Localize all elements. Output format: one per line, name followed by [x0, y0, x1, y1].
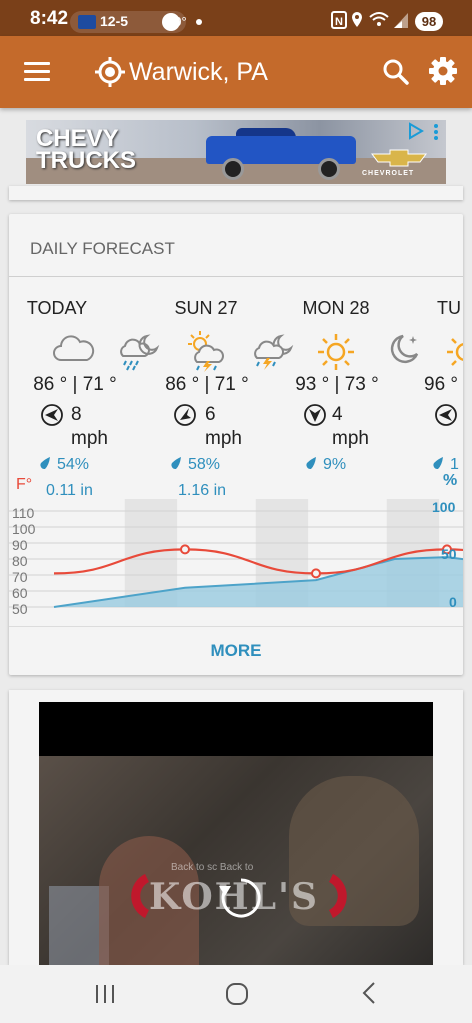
- video-player[interactable]: KOHL'S Back to sc Back to: [39, 702, 433, 965]
- card-peek: [9, 186, 463, 200]
- pct-tick: 100: [432, 499, 456, 515]
- home-icon[interactable]: [225, 982, 249, 1006]
- back-icon[interactable]: [358, 981, 380, 1005]
- raindrop-icon: [40, 457, 50, 470]
- forecast-chart: [9, 499, 463, 608]
- moon-icon: [390, 334, 419, 364]
- temp-point: [180, 544, 190, 555]
- status-time: 8:42: [30, 8, 69, 29]
- y-tick: 70: [12, 569, 28, 585]
- y-tick: 50: [12, 601, 28, 617]
- ad-options-icon[interactable]: [430, 122, 442, 142]
- daily-forecast-card: DAILY FORECAST TODAY SUN 27 MON 28 TU 86…: [9, 214, 463, 675]
- replay-icon[interactable]: [217, 874, 265, 922]
- y-tick: 60: [12, 585, 28, 601]
- nfc-icon: N: [331, 11, 347, 29]
- precip-amount: 0.11 in: [46, 482, 93, 499]
- night-rain-icon: [120, 334, 160, 371]
- y-tick: 110: [12, 505, 35, 521]
- chevrolet-bowtie-icon: [371, 149, 427, 167]
- app-bar: Warwick, PA: [0, 36, 472, 108]
- video-card: KOHL'S Back to sc Back to: [9, 690, 463, 965]
- wind-direction-icon: [174, 404, 196, 426]
- more-button[interactable]: MORE: [9, 628, 463, 674]
- cloudy-icon: [53, 335, 95, 361]
- video-frame: KOHL'S Back to sc Back to: [39, 756, 433, 965]
- precip-amount: 1.16 in: [178, 482, 227, 499]
- raindrop-icon: [171, 457, 181, 470]
- wind-direction-icon: [41, 404, 63, 426]
- wind-speed: 6: [205, 404, 216, 425]
- location-target-icon[interactable]: [94, 56, 126, 88]
- divider: [9, 276, 463, 277]
- raindrop-icon: [433, 457, 443, 470]
- ad-brand: CHEVROLET: [362, 170, 415, 177]
- svg-text:N: N: [335, 16, 343, 28]
- temp-hi-lo: 93 ° | 73 °: [295, 374, 379, 395]
- battery-indicator: 98: [415, 12, 443, 31]
- day-label[interactable]: TODAY: [9, 298, 122, 319]
- temp-point: [311, 568, 321, 579]
- y-tick: 100: [12, 521, 36, 537]
- sunny-icon: [447, 338, 463, 366]
- night-thunderstorm-icon: [254, 334, 294, 370]
- day-label[interactable]: SUN 27: [141, 298, 271, 319]
- location-title[interactable]: Warwick, PA: [129, 58, 268, 87]
- pct-unit-label: %: [443, 472, 458, 489]
- gear-icon[interactable]: [428, 56, 458, 86]
- mets-logo-icon: [78, 15, 96, 29]
- system-nav-bar: [0, 965, 472, 1023]
- card-title: DAILY FORECAST: [30, 239, 175, 258]
- sun-thunderstorm-icon: [188, 331, 224, 372]
- y-tick: 90: [12, 537, 28, 553]
- wind-speed: 8: [71, 404, 82, 425]
- status-temp: 80°: [167, 14, 187, 29]
- status-icons: N: [331, 11, 408, 29]
- menu-icon[interactable]: [24, 62, 50, 82]
- pct-tick: 0: [449, 594, 457, 610]
- raindrop-icon: [306, 457, 316, 470]
- score-text: 12-5: [100, 13, 129, 29]
- day-label[interactable]: TU: [405, 298, 463, 319]
- wifi-icon: [369, 12, 389, 26]
- signal-icon: [394, 13, 408, 28]
- wind-unit: mph: [332, 428, 369, 449]
- day-label[interactable]: MON 28: [271, 298, 401, 319]
- notification-dot-icon: [196, 19, 202, 25]
- adchoices-icon[interactable]: [406, 122, 424, 140]
- sunny-icon: [318, 334, 354, 370]
- divider: [9, 626, 463, 627]
- truck-wheel: [222, 158, 244, 180]
- recent-apps-icon[interactable]: [94, 983, 116, 1005]
- temp-hi-lo: 86 ° | 71 °: [165, 374, 249, 395]
- precip-chance: 9%: [323, 456, 347, 473]
- precip-chance: 54%: [57, 456, 90, 473]
- location-pin-icon: [352, 12, 362, 27]
- ad-headline-line2: TRUCKS: [36, 147, 136, 174]
- wind-unit: mph: [71, 428, 108, 449]
- pct-tick: 50: [441, 546, 457, 562]
- wind-direction-icon: [435, 404, 457, 426]
- wind-speed: 4: [332, 404, 343, 425]
- wind-unit: mph: [205, 428, 242, 449]
- wind-direction-icon: [304, 404, 326, 426]
- truck-wheel: [318, 158, 340, 180]
- ad-banner[interactable]: CHEVY TRUCKS CHEVROLET: [26, 120, 446, 184]
- temp-hi-lo: 96 °: [424, 374, 459, 395]
- ad-headline: CHEVY TRUCKS: [36, 127, 136, 174]
- temp-hi-lo: 86 ° | 71 °: [33, 374, 117, 395]
- precip-chance: 58%: [188, 456, 221, 473]
- status-bar: 8:42 12-5 80° N 98: [0, 0, 472, 36]
- y-tick: 80: [12, 553, 28, 569]
- search-icon[interactable]: [382, 58, 410, 86]
- video-overlay-text: Back to sc Back to: [171, 862, 254, 873]
- temp-unit-label: F°: [16, 476, 33, 493]
